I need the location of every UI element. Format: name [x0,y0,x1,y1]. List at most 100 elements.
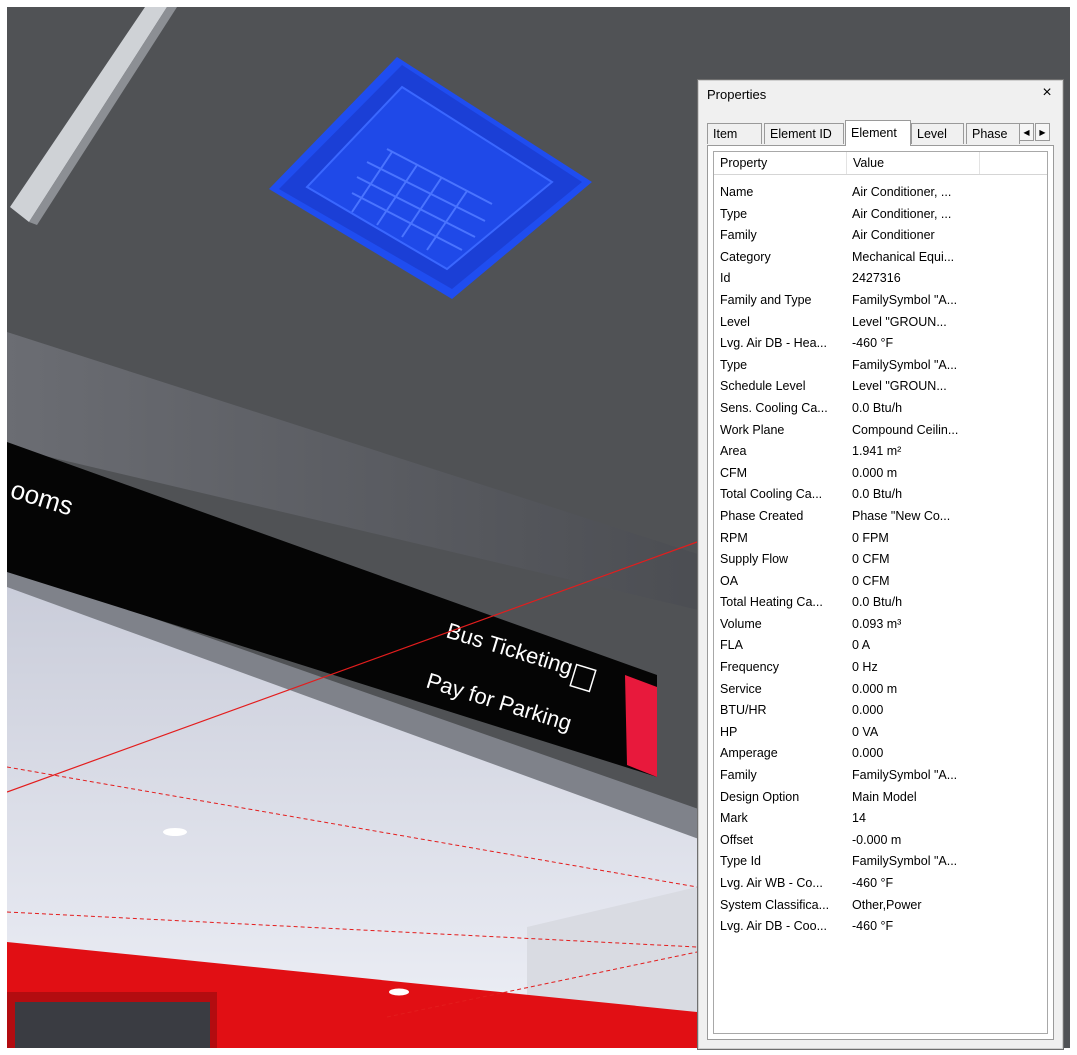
property-value: 0 A [852,638,871,653]
table-row[interactable]: Type Air Conditioner, ... [714,204,1047,226]
table-row[interactable]: Name Air Conditioner, ... [714,182,1047,204]
properties-titlebar[interactable]: Properties × [699,81,1062,107]
property-value: Other,Power [852,897,922,912]
property-value: -0.000 m [852,832,902,847]
close-icon[interactable]: × [1038,83,1056,103]
property-value: 0.0 Btu/h [852,400,903,415]
table-row[interactable]: Total Cooling Ca... 0.0 Btu/h [714,484,1047,506]
property-name: Level [720,314,750,329]
property-name: Type [720,206,748,221]
table-row[interactable]: RPM 0 FPM [714,528,1047,550]
property-name: Category [720,249,771,264]
property-value: 14 [852,811,866,826]
table-row[interactable]: Id 2427316 [714,268,1047,290]
property-value: FamilySymbol "A... [852,357,958,372]
property-value: 0.000 [852,703,884,718]
property-value: Phase "New Co... [852,508,951,523]
column-header-value[interactable]: Value [847,152,980,174]
table-row[interactable]: Area 1.941 m² [714,441,1047,463]
table-row[interactable]: BTU/HR 0.000 [714,700,1047,722]
property-name: Service [720,681,762,696]
table-row[interactable]: CFM 0.000 m [714,463,1047,485]
property-value: 0.0 Btu/h [852,595,903,610]
table-row[interactable]: Lvg. Air WB - Co... -460 °F [714,873,1047,895]
property-value: Level "GROUN... [852,314,947,329]
property-name: Schedule Level [720,379,806,394]
property-name: Total Heating Ca... [720,595,823,610]
table-row[interactable]: Category Mechanical Equi... [714,247,1047,269]
table-row[interactable]: Family and Type FamilySymbol "A... [714,290,1047,312]
property-name: Design Option [720,789,800,804]
property-name: Type [720,357,748,372]
property-value: 0 CFM [852,573,890,588]
table-row[interactable]: Offset -0.000 m [714,830,1047,852]
column-header-property[interactable]: Property [714,152,847,174]
property-list[interactable]: Property Value Name Air Conditioner, ... T… [713,151,1048,1034]
tab-element-id[interactable]: Element ID [764,123,844,144]
property-value: Level "GROUN... [852,379,947,394]
property-value: Main Model [852,789,917,804]
tab-scroll-right-icon[interactable]: ▶ [1035,123,1050,141]
property-name: Lvg. Air WB - Co... [720,876,823,890]
property-value: -460 °F [852,876,894,890]
property-value: FamilySymbol "A... [852,854,958,869]
property-name: Supply Flow [720,552,789,567]
property-value: 0.000 m [852,465,898,480]
table-row[interactable]: Schedule Level Level "GROUN... [714,376,1047,398]
tab-phase[interactable]: Phase [966,123,1020,144]
property-value: FamilySymbol "A... [852,292,958,307]
table-row[interactable]: Lvg. Air DB - Coo... -460 °F [714,916,1047,938]
properties-window[interactable]: Properties × Item Element ID Element Lev… [697,79,1064,1050]
window-title: Properties [707,87,767,102]
table-row[interactable]: Phase Created Phase "New Co... [714,506,1047,528]
property-name: Phase Created [720,508,804,523]
table-row[interactable]: Lvg. Air DB - Hea... -460 °F [714,333,1047,355]
table-row[interactable]: Mark 14 [714,808,1047,830]
property-name: System Classifica... [720,897,830,912]
table-row[interactable]: Volume 0.093 m³ [714,614,1047,636]
property-name: OA [720,573,739,588]
tab-strip: Item Element ID Element Level Phase ◀ ▶ [707,120,1054,146]
table-row[interactable]: Family FamilySymbol "A... [714,765,1047,787]
property-name: Type Id [720,854,761,869]
table-row[interactable]: HP 0 VA [714,722,1047,744]
table-row[interactable]: Type FamilySymbol "A... [714,355,1047,377]
table-row[interactable]: Supply Flow 0 CFM [714,549,1047,571]
table-row[interactable]: FLA 0 A [714,635,1047,657]
property-value: Air Conditioner [852,228,935,243]
table-row[interactable]: System Classifica... Other,Power [714,895,1047,917]
property-value: 0 CFM [852,552,890,567]
property-value: 2427316 [852,271,901,286]
property-value: Mechanical Equi... [852,249,955,264]
property-value: 1.941 m² [852,444,902,459]
property-name: Volume [720,616,762,631]
property-value: -460 °F [852,919,894,934]
property-name: Amperage [720,746,778,761]
tab-element[interactable]: Element [845,120,911,146]
table-row[interactable]: Level Level "GROUN... [714,312,1047,334]
property-name: Area [720,444,747,459]
table-row[interactable]: Design Option Main Model [714,787,1047,809]
table-row[interactable]: Frequency 0 Hz [714,657,1047,679]
property-name: Mark [720,811,748,826]
table-row[interactable]: Service 0.000 m [714,679,1047,701]
property-rows: Name Air Conditioner, ... Type Air Conditio… [714,182,1047,938]
property-name: Lvg. Air DB - Hea... [720,336,827,351]
table-row[interactable]: Work Plane Compound Ceilin... [714,420,1047,442]
table-row[interactable]: Amperage 0.000 [714,743,1047,765]
property-value: 0.0 Btu/h [852,487,903,502]
property-name: HP [720,724,738,739]
tab-scroll-left-icon[interactable]: ◀ [1019,123,1034,141]
property-name: Lvg. Air DB - Coo... [720,919,827,934]
table-row[interactable]: Type Id FamilySymbol "A... [714,851,1047,873]
table-row[interactable]: Total Heating Ca... 0.0 Btu/h [714,592,1047,614]
table-row[interactable]: Sens. Cooling Ca... 0.0 Btu/h [714,398,1047,420]
sign-accent [625,675,657,777]
property-value: 0 Hz [852,660,878,675]
tab-level[interactable]: Level [911,123,964,144]
table-row[interactable]: Family Air Conditioner [714,225,1047,247]
property-name: Frequency [720,660,780,675]
table-row[interactable]: OA 0 CFM [714,571,1047,593]
property-value: Air Conditioner, ... [852,185,952,199]
tab-item[interactable]: Item [707,123,762,144]
